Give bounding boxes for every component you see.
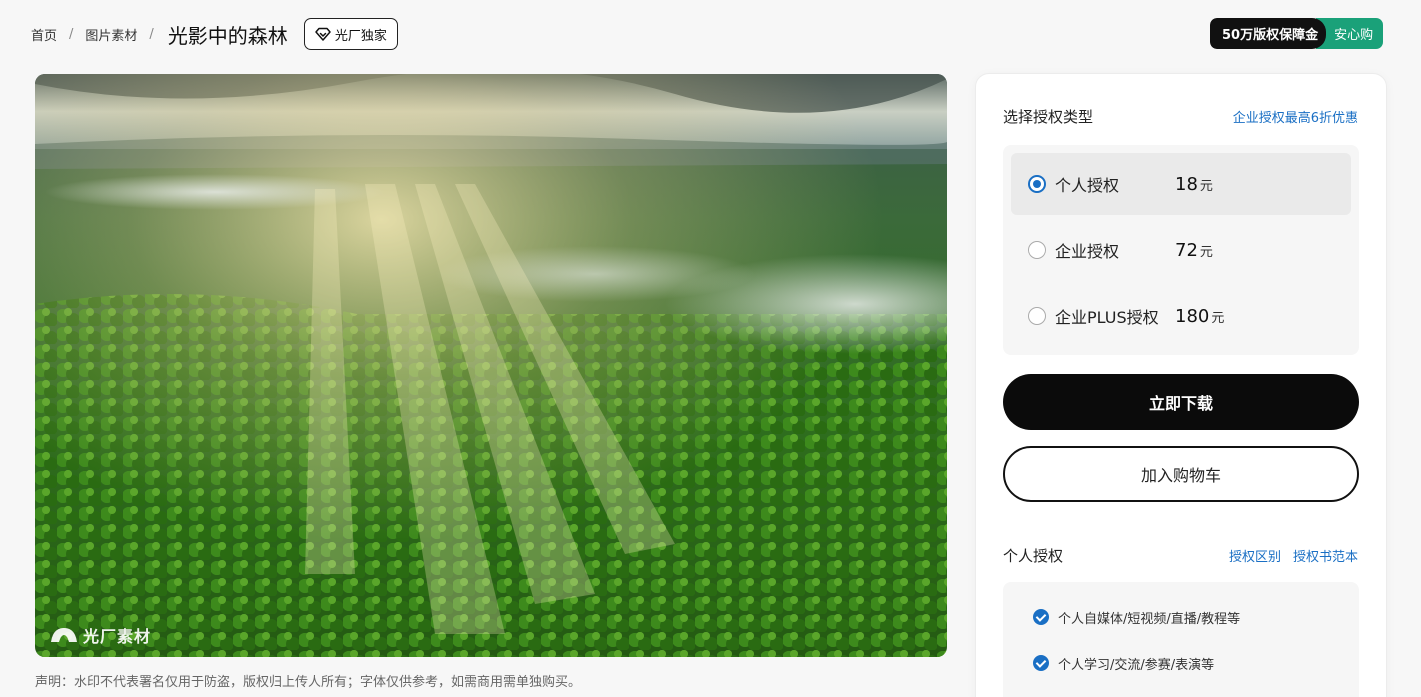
license-option-unit: 元 [1199,244,1213,260]
radio-icon[interactable] [1028,307,1046,325]
license-option-enterprise-plus[interactable]: 企业PLUS授权 180 元 [1011,285,1351,347]
radio-icon[interactable] [1028,241,1046,259]
license-option-name: 个人授权 [1055,176,1120,195]
breadcrumb-category[interactable]: 图片素材 [85,25,137,44]
watermark-text: 光厂素材 [83,627,152,646]
scope-links: 授权区别 授权书范本 [1229,546,1358,565]
scope-heading: 个人授权 [1003,547,1064,565]
diamond-icon [315,27,331,41]
breadcrumb-home[interactable]: 首页 [31,25,57,44]
license-option-unit: 元 [1199,178,1213,194]
license-header: 选择授权类型 企业授权最高6折优惠 [1003,106,1358,127]
list-item: 个人学习/交流/参赛/表演等 [1003,648,1359,678]
license-options: 个人授权 18 元 企业授权 72 元 企业PLUS授权 180 元 [1003,145,1359,355]
check-icon [1033,655,1049,671]
exclusive-badge-label: 光厂独家 [334,28,387,44]
feature-label: 个人学习/交流/参赛/表演等 [1058,657,1215,673]
scope-features: 个人自媒体/短视频/直播/教程等 个人学习/交流/参赛/表演等 [1003,582,1359,697]
radio-selected-icon[interactable] [1028,175,1046,193]
scope-header: 个人授权 授权区别 授权书范本 [1003,545,1358,566]
add-to-cart-button[interactable]: 加入购物车 [1003,446,1359,502]
page-header: 首页 / 图片素材 / 光影中的森林 光厂独家 50万版权保障金 安心购 [0,0,1421,66]
copyright-guarantee-badge[interactable]: 50万版权保障金 安心购 [1210,18,1384,49]
license-panel: 选择授权类型 企业授权最高6折优惠 个人授权 18 元 企业授权 72 元 企业… [975,73,1387,697]
license-option-price: 180 [1175,305,1210,327]
page-title: 光影中的森林 [167,23,288,48]
license-option-unit: 元 [1211,310,1225,326]
disclaimer: 声明：水印不代表署名仅用于防盗，版权归上传人所有；字体仅供参考，如需商用需单独购… [35,675,582,690]
feature-label: 个人自媒体/短视频/直播/教程等 [1058,611,1241,627]
license-option-price: 72 [1175,239,1198,261]
license-heading: 选择授权类型 [1003,108,1094,126]
list-item: 个人自媒体/短视频/直播/教程等 [1003,602,1359,632]
license-difference-link[interactable]: 授权区别 [1229,546,1281,565]
license-sample-link[interactable]: 授权书范本 [1293,546,1358,565]
license-option-enterprise[interactable]: 企业授权 72 元 [1011,219,1351,281]
breadcrumb-separator: / [149,26,154,42]
exclusive-badge[interactable]: 光厂独家 [303,18,398,50]
logo-icon [51,628,77,642]
license-option-name: 企业授权 [1055,242,1120,261]
enterprise-promo-link[interactable]: 企业授权最高6折优惠 [1233,107,1358,126]
guarantee-amount: 50万版权保障金 [1210,18,1327,49]
breadcrumb-separator: / [69,26,74,42]
forest-photo [35,74,947,657]
license-option-name: 企业PLUS授权 [1055,308,1159,327]
download-button[interactable]: 立即下载 [1003,374,1359,430]
preview-image[interactable]: 光厂素材 [35,74,947,657]
license-option-personal[interactable]: 个人授权 18 元 [1011,153,1351,215]
check-icon [1033,609,1049,625]
watermark: 光厂素材 [49,623,151,647]
license-option-price: 18 [1175,173,1198,195]
guarantee-safe-buy: 安心购 [1316,18,1384,49]
breadcrumb: 首页 / 图片素材 / 光影中的森林 光厂独家 [31,18,398,50]
